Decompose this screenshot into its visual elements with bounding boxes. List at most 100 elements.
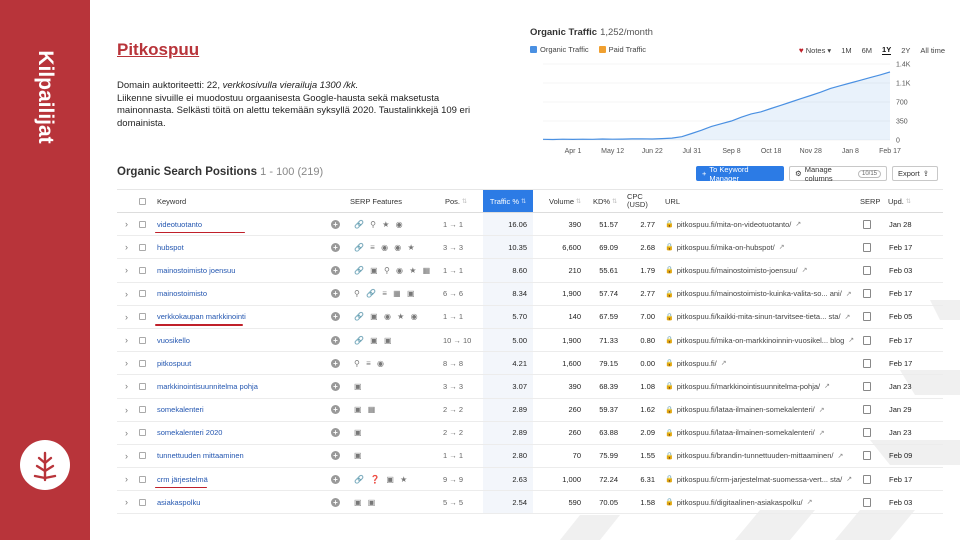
header-volume[interactable]: Volume ⇅ <box>549 190 581 212</box>
export-button[interactable]: Export ⇪ <box>892 166 938 181</box>
header-cpc[interactable]: CPC (USD) <box>627 190 657 212</box>
url-link[interactable]: 🔒 pitkospuu.fi/mika-on-hubspot/ ↗ <box>665 236 785 258</box>
serp-snapshot-icon[interactable] <box>863 358 871 368</box>
row-checkbox[interactable] <box>139 266 146 274</box>
serp-snapshot-icon[interactable] <box>863 451 871 461</box>
range-1y[interactable]: 1Y <box>882 45 892 55</box>
paid-checkbox-icon[interactable] <box>598 46 606 53</box>
external-link-icon[interactable]: ↗ <box>819 406 825 414</box>
external-link-icon[interactable]: ↗ <box>824 382 830 390</box>
expand-chevron-icon[interactable]: › <box>125 306 128 328</box>
header-serp[interactable]: SERP <box>860 190 880 212</box>
row-checkbox[interactable] <box>139 359 146 367</box>
range-6m[interactable]: 6M <box>862 46 872 55</box>
external-link-icon[interactable]: ↗ <box>848 336 854 344</box>
range-2y[interactable]: 2Y <box>901 46 910 55</box>
select-all-checkbox[interactable] <box>139 197 146 205</box>
serp-snapshot-icon[interactable] <box>863 312 871 322</box>
expand-chevron-icon[interactable]: › <box>125 399 128 421</box>
add-icon[interactable]: + <box>331 265 340 275</box>
serp-snapshot-icon[interactable] <box>863 219 871 229</box>
row-checkbox[interactable] <box>139 475 146 483</box>
table-row[interactable]: › asiakaspolku + ▣ ▣ 5 → 5 2.54 590 70.05 1.58 🔒 p… <box>117 491 943 515</box>
serp-snapshot-icon[interactable] <box>863 474 871 484</box>
url-link[interactable]: 🔒 pitkospuu.fi/lataa-ilmainen-somekalente… <box>665 399 825 421</box>
keyword-link[interactable]: somekalenteri 2020 <box>157 422 222 444</box>
add-icon[interactable]: + <box>331 381 340 391</box>
header-upd[interactable]: Upd. ⇅ <box>888 190 911 212</box>
keyword-link[interactable]: asiakaspolku <box>157 491 200 513</box>
url-link[interactable]: 🔒 pitkospuu.fi/lataa-ilmainen-somekalente… <box>665 422 825 444</box>
expand-chevron-icon[interactable]: › <box>125 236 128 258</box>
serp-snapshot-icon[interactable] <box>863 405 871 415</box>
add-icon[interactable]: + <box>331 219 340 229</box>
header-serp-features[interactable]: SERP Features <box>350 190 402 212</box>
keyword-link[interactable]: mainostoimisto <box>157 283 207 305</box>
legend-organic[interactable]: Organic Traffic <box>530 45 589 54</box>
expand-chevron-icon[interactable]: › <box>125 213 128 235</box>
add-icon[interactable]: + <box>331 242 340 252</box>
url-link[interactable]: 🔒 pitkospuu.fi/crm-jarjestelmat-suomessa-… <box>665 468 852 490</box>
add-icon[interactable]: + <box>331 497 340 507</box>
url-link[interactable]: 🔒 pitkospuu.fi/kaikki-mita-sinun-tarvitse… <box>665 306 850 328</box>
table-row[interactable]: › markkinointisuunnitelma pohja + ▣ 3 → 3 3.0… <box>117 375 943 399</box>
table-row[interactable]: › pitkospuut + ⚲ ≡ ◉ 8 → 8 4.21 1,600 79.15 0.00… <box>117 352 943 376</box>
row-checkbox[interactable] <box>139 429 146 437</box>
table-row[interactable]: › mainostoimisto joensuu + 🔗 ▣ ⚲ ◉ ★ ▦ 1 → 1… <box>117 259 943 283</box>
row-checkbox[interactable] <box>139 313 146 321</box>
keyword-link[interactable]: tunnettuuden mittaaminen <box>157 445 244 467</box>
external-link-icon[interactable]: ↗ <box>819 429 825 437</box>
table-row[interactable]: › videotuotanto + 🔗 ⚲ ★ ◉ 1 → 1 16.06 390 51.57… <box>117 213 943 237</box>
add-icon[interactable]: + <box>331 289 340 299</box>
url-link[interactable]: 🔒 pitkospuu.fi/ ↗ <box>665 352 727 374</box>
row-checkbox[interactable] <box>139 336 146 344</box>
table-row[interactable]: › vuosikello + 🔗 ▣ ▣ 10 → 10 5.00 1,900 71.33 0.… <box>117 328 943 353</box>
external-link-icon[interactable]: ↗ <box>795 220 801 228</box>
external-link-icon[interactable]: ↗ <box>845 313 851 321</box>
external-link-icon[interactable]: ↗ <box>807 498 813 506</box>
row-checkbox[interactable] <box>139 290 146 298</box>
add-icon[interactable]: + <box>331 474 340 484</box>
url-link[interactable]: 🔒 pitkospuu.fi/digitaalinen-asiakaspolku/… <box>665 491 813 513</box>
keyword-link[interactable]: pitkospuut <box>157 352 191 374</box>
external-link-icon[interactable]: ↗ <box>779 243 785 251</box>
table-row[interactable]: › somekalenteri 2020 + ▣ 2 → 2 2.89 260 63.88 2.… <box>117 421 943 445</box>
to-keyword-manager-button[interactable]: + To Keyword Manager <box>696 165 784 183</box>
expand-chevron-icon[interactable]: › <box>125 259 128 281</box>
header-traffic[interactable]: Traffic % ⇅ <box>483 190 533 212</box>
row-checkbox[interactable] <box>139 406 146 414</box>
row-checkbox[interactable] <box>139 498 146 506</box>
notes-dropdown[interactable]: ♥ Notes ▾ <box>799 46 831 55</box>
header-url[interactable]: URL <box>665 190 680 212</box>
url-link[interactable]: 🔒 pitkospuu.fi/markkinointisuunnitelma-po… <box>665 375 830 397</box>
url-link[interactable]: 🔒 pitkospuu.fi/mainostoimisto-joensuu/ ↗ <box>665 259 808 281</box>
expand-chevron-icon[interactable]: › <box>125 491 128 513</box>
expand-chevron-icon[interactable]: › <box>125 329 128 351</box>
table-row[interactable]: › verkkokaupan markkinointi + 🔗 ▣ ◉ ★ ◉ 1 → … <box>117 305 943 329</box>
table-row[interactable]: › tunnettuuden mittaaminen + ▣ 1 → 1 2.80 70 75… <box>117 444 943 469</box>
url-link[interactable]: 🔒 pitkospuu.fi/mita-on-videotuotanto/↗ <box>665 213 801 235</box>
serp-snapshot-icon[interactable] <box>863 335 871 345</box>
row-checkbox[interactable] <box>139 382 146 390</box>
row-checkbox[interactable] <box>139 220 146 228</box>
organic-checkbox-icon[interactable] <box>530 46 537 53</box>
header-keyword[interactable]: Keyword <box>157 190 186 212</box>
row-checkbox[interactable] <box>139 243 146 251</box>
table-row[interactable]: › hubspot + 🔗 ≡ ◉ ◉ ★ 3 → 3 10.35 6,600 69.09 2.… <box>117 236 943 260</box>
range-all[interactable]: All time <box>920 46 945 55</box>
serp-snapshot-icon[interactable] <box>863 265 871 275</box>
add-icon[interactable]: + <box>331 405 340 415</box>
external-link-icon[interactable]: ↗ <box>846 475 852 483</box>
expand-chevron-icon[interactable]: › <box>125 352 128 374</box>
url-link[interactable]: 🔒 pitkospuu.fi/brandin-tunnettuuden-mitta… <box>665 445 843 467</box>
url-link[interactable]: 🔒 pitkospuu.fi/mika-on-markkinoinnin-vuos… <box>665 329 854 351</box>
table-row[interactable]: › crm järjestelmä + 🔗 ❓ ▣ ★ 9 → 9 2.63 1,000 72… <box>117 468 943 492</box>
header-kd[interactable]: KD% ⇅ <box>593 190 617 212</box>
external-link-icon[interactable]: ↗ <box>846 290 852 298</box>
manage-columns-button[interactable]: ⚙ Manage columns 10/15 <box>789 165 887 183</box>
keyword-link[interactable]: hubspot <box>157 236 184 258</box>
expand-chevron-icon[interactable]: › <box>125 283 128 305</box>
external-link-icon[interactable]: ↗ <box>802 266 808 274</box>
keyword-link[interactable]: vuosikello <box>157 329 190 351</box>
add-icon[interactable]: + <box>331 451 340 461</box>
